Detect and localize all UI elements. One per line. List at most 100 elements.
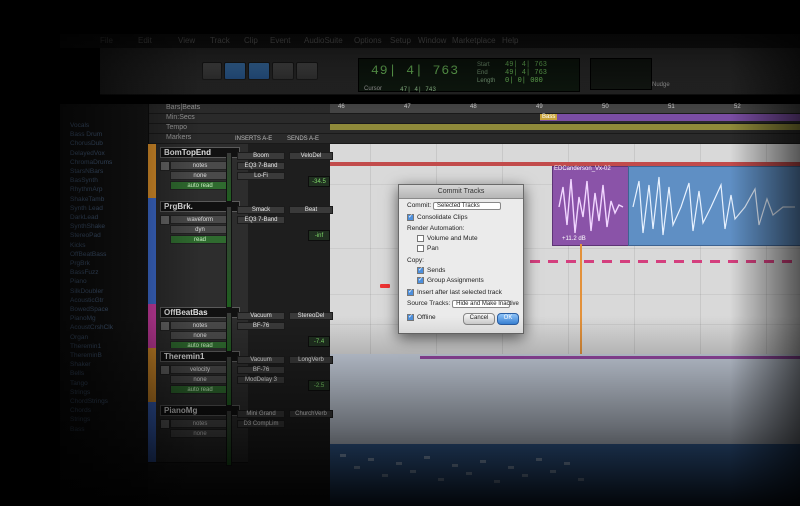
pan-checkbox[interactable]: [417, 245, 424, 252]
purple-automation-line[interactable]: [420, 356, 800, 359]
menu-file[interactable]: File: [100, 36, 113, 45]
track-header[interactable]: Theremin1 velocity none auto read: [148, 348, 248, 403]
menu-options[interactable]: Options: [354, 36, 382, 45]
insert-slot[interactable]: Vacuum: [237, 312, 285, 320]
track-view-selector[interactable]: notes: [170, 161, 230, 170]
clip-list-item[interactable]: PrgBrk: [70, 260, 90, 269]
menu-track[interactable]: Track: [210, 36, 230, 45]
consolidate-checkbox[interactable]: ✓: [407, 214, 414, 221]
piano-midi-lane[interactable]: [330, 444, 800, 506]
selector-tool-button[interactable]: [248, 62, 270, 80]
send-slot[interactable]: StereoDel: [289, 312, 333, 320]
clip-list-item[interactable]: DelayedVox: [70, 150, 105, 159]
track-timebase-selector[interactable]: none: [170, 171, 230, 180]
clip-list-item[interactable]: Bells: [70, 370, 84, 379]
send-slot[interactable]: VeloDel: [289, 152, 333, 160]
clip-list-item[interactable]: AcousticGtr: [70, 297, 104, 306]
send-slot[interactable]: LongVerb: [289, 356, 333, 364]
clip-list-item[interactable]: BowedSpace: [70, 306, 108, 315]
pink-automation-line[interactable]: [530, 260, 800, 263]
track-automation-mode[interactable]: auto read: [170, 181, 230, 190]
record-enable-button[interactable]: [160, 419, 170, 429]
track-header[interactable]: OffBeatBas notes none auto read: [148, 304, 248, 350]
clip-list-item[interactable]: ShakeTamb: [70, 196, 104, 205]
menu-marketplace[interactable]: Marketplace: [452, 36, 496, 45]
track-header[interactable]: PianoMg notes none: [148, 402, 248, 463]
clip-list-item[interactable]: ChromaDrums: [70, 159, 112, 168]
clip-list-item[interactable]: Shaker: [70, 361, 91, 370]
audio-region-blue[interactable]: [628, 166, 800, 246]
track-view-selector[interactable]: notes: [170, 321, 230, 330]
clip-list-item[interactable]: Chords: [70, 407, 91, 416]
record-enable-button[interactable]: [160, 321, 170, 331]
menu-clip[interactable]: Clip: [244, 36, 258, 45]
pencil-tool-button[interactable]: [296, 62, 318, 80]
clip-list-item[interactable]: StereoPad: [70, 232, 101, 241]
trim-tool-button[interactable]: [224, 62, 246, 80]
insert-slot[interactable]: Vacuum: [237, 356, 285, 364]
insert-slot[interactable]: Boom: [237, 152, 285, 160]
sends-checkbox[interactable]: ✓: [417, 267, 424, 274]
fader-readout[interactable]: -7.4: [308, 336, 330, 347]
clip-list-item[interactable]: Vocals: [70, 122, 89, 131]
record-enable-button[interactable]: [160, 365, 170, 375]
insert-slot[interactable]: Smack: [237, 206, 285, 214]
fader-readout[interactable]: -inf: [308, 230, 330, 241]
audio-region-purple[interactable]: [552, 166, 630, 246]
track-automation-mode[interactable]: auto read: [170, 385, 230, 394]
clip-list-item[interactable]: Piano: [70, 278, 87, 287]
insert-slot[interactable]: EQ3 7-Band: [237, 216, 285, 224]
grid-nudge-display[interactable]: [590, 58, 652, 90]
insert-slot[interactable]: D3 CompLim: [237, 420, 285, 428]
track-view-selector[interactable]: waveform: [170, 215, 230, 224]
clip-list-item[interactable]: StarsNBars: [70, 168, 103, 177]
menu-window[interactable]: Window: [418, 36, 446, 45]
menu-edit[interactable]: Edit: [138, 36, 152, 45]
menu-audiosuite[interactable]: AudioSuite: [304, 36, 343, 45]
cancel-button[interactable]: Cancel: [463, 313, 495, 325]
track-view-selector[interactable]: velocity: [170, 365, 230, 374]
clip-list-item[interactable]: Synth Lead: [70, 205, 103, 214]
track-timebase-selector[interactable]: none: [170, 429, 230, 438]
clip-list-item[interactable]: ChorusDub: [70, 140, 103, 149]
send-slot[interactable]: Beat: [289, 206, 333, 214]
insert-slot[interactable]: Lo-Fi: [237, 172, 285, 180]
marker-flag[interactable]: Bass: [540, 114, 558, 120]
menu-view[interactable]: View: [178, 36, 195, 45]
clip-list-item[interactable]: Kicks: [70, 242, 86, 251]
track-header[interactable]: BomTopEnd notes none auto read: [148, 144, 248, 199]
markers-ruler[interactable]: Markers: [130, 134, 800, 144]
record-enable-button[interactable]: [160, 161, 170, 171]
clip-list-item[interactable]: Bass: [70, 426, 84, 435]
menu-setup[interactable]: Setup: [390, 36, 411, 45]
clip-list-item[interactable]: ThereminB: [70, 352, 102, 361]
bars-beats-ruler[interactable]: Bars|Beats 46 47 48 49 50 51 52: [130, 104, 800, 114]
clip-list-item[interactable]: AcoustCrshClk: [70, 324, 113, 333]
length-value[interactable]: 0| 0| 000: [505, 77, 543, 85]
track-timebase-selector[interactable]: none: [170, 375, 230, 384]
midi-note[interactable]: [380, 284, 390, 288]
insert-slot[interactable]: EQ3 7-Band: [237, 162, 285, 170]
fader-readout[interactable]: -34.5: [308, 176, 330, 187]
clip-list-item[interactable]: Strings: [70, 389, 90, 398]
start-value[interactable]: 49| 4| 763: [505, 61, 547, 69]
group-assignments-checkbox[interactable]: ✓: [417, 277, 424, 284]
clip-list-item[interactable]: SilkDoubler: [70, 288, 103, 297]
clip-list-item[interactable]: Bass Drum: [70, 131, 102, 140]
track-timebase-selector[interactable]: dyn: [170, 225, 230, 234]
track-automation-mode[interactable]: read: [170, 235, 230, 244]
zoom-button[interactable]: [202, 62, 222, 80]
offline-checkbox[interactable]: ✓: [407, 314, 414, 321]
end-value[interactable]: 49| 4| 763: [505, 69, 547, 77]
clip-list-item[interactable]: Organ: [70, 334, 88, 343]
clip-list-item[interactable]: DarkLead: [70, 214, 98, 223]
track-view-selector[interactable]: notes: [170, 419, 230, 428]
clip-list-item[interactable]: RhythmArp: [70, 186, 103, 195]
grabber-tool-button[interactable]: [272, 62, 294, 80]
insert-after-checkbox[interactable]: ✓: [407, 289, 414, 296]
clip-list-item[interactable]: PianoMg: [70, 315, 96, 324]
commit-select[interactable]: Selected Tracks: [433, 202, 502, 210]
menu-help[interactable]: Help: [502, 36, 518, 45]
clip-list-item[interactable]: ChordStrings: [70, 398, 108, 407]
midi-velocity-lane[interactable]: [330, 354, 800, 444]
